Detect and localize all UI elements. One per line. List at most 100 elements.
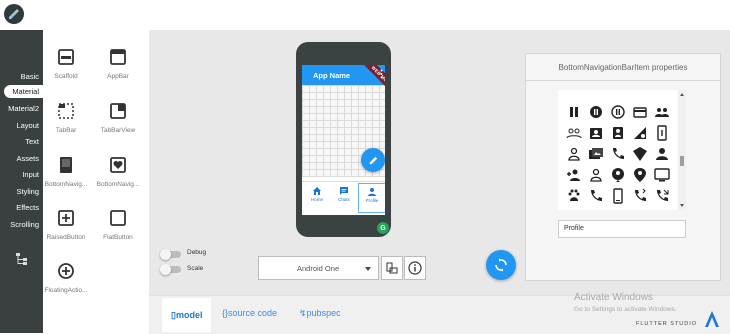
nav-item-home[interactable]: Home (304, 186, 330, 202)
bottom-navigation-bar[interactable]: Home Chats Profile (302, 181, 385, 215)
phone-callback-icon[interactable] (654, 188, 670, 204)
label-field[interactable]: Profile (558, 220, 686, 238)
palette-item-flat-button[interactable]: FlatButton (95, 208, 141, 241)
refresh-button[interactable] (486, 250, 516, 280)
appbar-icon (110, 49, 126, 65)
activate-windows-title: Activate Windows (574, 292, 653, 303)
palette-item-label: TabBar (55, 127, 77, 134)
palette-item-floating-action-button[interactable]: FloatingActio... (43, 261, 89, 294)
palette-item-tabbarview[interactable]: TabBarView (95, 101, 141, 134)
tab-label: model (175, 310, 203, 320)
phone-android-icon[interactable] (610, 188, 626, 204)
palette-item-label: BottomNavig... (96, 181, 140, 188)
icon-picker-scrollbar[interactable] (678, 90, 686, 210)
info-button[interactable] (404, 256, 426, 280)
person-outline-icon-2[interactable] (588, 167, 604, 183)
perm-contact-calendar-icon[interactable] (588, 125, 604, 141)
brush-icon (9, 9, 19, 19)
pets-icon[interactable] (566, 188, 582, 204)
palette-item-label: FloatingActio... (44, 287, 88, 294)
tab-source-code[interactable]: {}source code (222, 308, 277, 318)
device-select-value: Android One (297, 264, 340, 273)
perm-identity-icon[interactable] (610, 125, 626, 141)
personal-video-icon[interactable] (654, 167, 670, 183)
payment-icon[interactable] (632, 104, 648, 120)
category-layout[interactable]: Layout (16, 121, 39, 130)
raised-button-icon (58, 210, 74, 226)
phone-icon[interactable] (588, 188, 604, 204)
floating-action-button[interactable] (361, 148, 385, 172)
debug-label: Debug (187, 249, 207, 256)
phone-bluetooth-speaker-icon[interactable] (632, 188, 648, 204)
person-pin-icon[interactable] (610, 167, 626, 183)
category-sidebar: Basic Material Material2 Layout Text Ass… (0, 30, 43, 333)
category-text[interactable]: Text (25, 137, 39, 146)
properties-title: BottomNavigationBarItem properties (558, 63, 688, 72)
perm-media-icon[interactable] (588, 146, 604, 162)
properties-panel: BottomNavigationBarItem properties Profi… (525, 53, 721, 281)
perm-phone-msg-icon[interactable] (610, 146, 626, 162)
palette-item-raised-button[interactable]: RaisedButton (43, 208, 89, 241)
info-icon (408, 261, 422, 275)
tabbarview-icon (110, 103, 126, 119)
palette-item-bottom-navigation-item[interactable]: BottomNavig... (95, 155, 141, 188)
nav-item-profile[interactable]: Profile (358, 183, 385, 213)
person-outline-icon[interactable] (566, 146, 582, 162)
person-add-icon[interactable] (566, 167, 582, 183)
category-material[interactable]: Material (4, 85, 43, 98)
bottom-navigation-item-icon (110, 157, 126, 173)
nav-item-label: Home (310, 197, 323, 202)
debug-toggle[interactable] (160, 249, 182, 260)
perm-device-information-icon[interactable] (654, 125, 670, 141)
scroll-up-icon[interactable] (680, 93, 684, 96)
tab-model[interactable]: ▯model (162, 298, 212, 332)
home-icon (313, 187, 321, 195)
rotate-device-button[interactable] (381, 256, 403, 280)
category-assets[interactable]: Assets (16, 154, 39, 163)
person-pin-circle-icon[interactable] (632, 167, 648, 183)
people-outline-icon[interactable] (566, 125, 582, 141)
category-input[interactable]: Input (22, 170, 39, 179)
perm-data-setting-icon[interactable] (632, 125, 648, 141)
grammarly-badge[interactable]: G (377, 222, 389, 234)
tabbar-icon (58, 103, 74, 119)
flat-button-icon (110, 210, 126, 226)
palette-item-bottom-navigation[interactable]: BottomNavig... (43, 155, 89, 188)
category-scrolling[interactable]: Scrolling (10, 220, 39, 229)
palette-item-label: TabBarView (100, 127, 136, 134)
tab-label: source code (228, 308, 278, 318)
app-logo[interactable] (4, 4, 24, 24)
nav-item-label: Chats (338, 197, 350, 202)
palette-item-scaffold[interactable]: Scaffold (43, 47, 89, 80)
scale-toggle[interactable] (160, 264, 182, 275)
app-title: App Name (313, 71, 351, 80)
scroll-down-icon[interactable] (680, 204, 684, 207)
widget-tree-icon[interactable] (16, 253, 28, 265)
perm-scan-wifi-icon[interactable] (632, 146, 648, 162)
pause-circle-filled-icon[interactable] (588, 104, 604, 120)
category-basic[interactable]: Basic (21, 72, 39, 81)
icon-picker[interactable] (558, 90, 686, 210)
pause-circle-outline-icon[interactable] (610, 104, 626, 120)
properties-divider (526, 80, 720, 81)
scaffold-icon (58, 49, 74, 65)
device-select[interactable]: Android One (258, 256, 379, 280)
person-icon (368, 188, 376, 196)
scrollbar-thumb[interactable] (680, 156, 684, 166)
nav-item-chats[interactable]: Chats (331, 186, 357, 202)
category-material2[interactable]: Material2 (8, 104, 39, 113)
people-icon[interactable] (654, 104, 670, 120)
palette-item-appbar[interactable]: AppBar (95, 47, 141, 80)
tab-pubspec[interactable]: ↯pubspec (299, 308, 341, 319)
phone-screen[interactable]: App Name WEB MODE Home Chats Profile (302, 65, 385, 215)
category-styling[interactable]: Styling (16, 187, 39, 196)
chat-icon (340, 187, 348, 195)
person-icon[interactable] (654, 146, 670, 162)
floating-action-button-icon (58, 263, 74, 279)
sync-icon (495, 258, 507, 272)
pause-icon[interactable] (566, 104, 582, 120)
palette-item-tabbar[interactable]: TabBar (43, 101, 89, 134)
palette-item-label: Scaffold (54, 73, 78, 80)
more-vert-icon[interactable] (380, 69, 383, 79)
category-effects[interactable]: Effects (16, 203, 39, 212)
